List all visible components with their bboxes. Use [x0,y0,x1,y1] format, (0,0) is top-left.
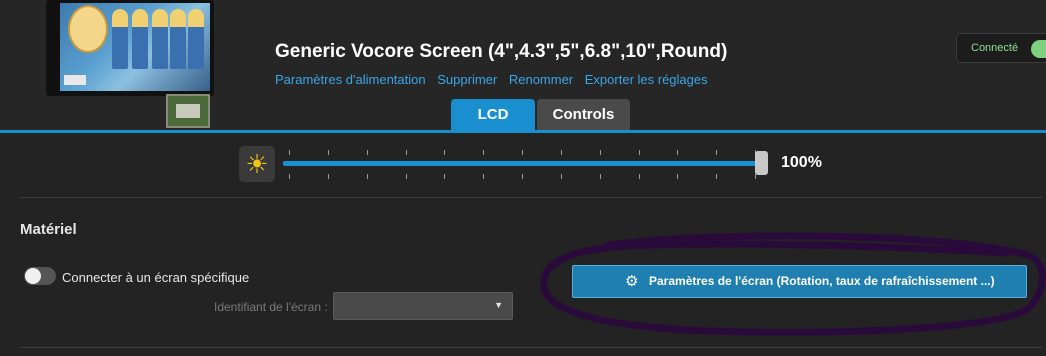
section-title-hardware: Matériel [20,221,77,238]
slider-tick [522,174,523,179]
slider-tick [328,174,329,179]
slider-tick [561,150,562,155]
device-thumbnail [46,0,214,128]
screen-id-select[interactable]: ▼ [333,292,513,320]
screen-figure [152,9,168,69]
gears-icon: ⚙ [625,273,639,290]
slider-tick [483,174,484,179]
slider-tick [639,150,640,155]
slider-tick [367,174,368,179]
specific-screen-label: Connecter à un écran spécifique [62,270,250,285]
slider-tick [716,174,717,179]
slider-tick [367,150,368,155]
brightness-value: 100% [781,154,822,171]
screen-id-label: Identifiant de l'écran : [214,300,328,314]
rename-link[interactable]: Renommer [509,72,573,87]
connection-toggle[interactable] [1031,40,1046,58]
device-pcb [166,94,210,128]
slider-tick [289,150,290,155]
specific-screen-toggle[interactable] [24,267,56,285]
sun-icon: ☀ [239,146,275,182]
screen-logo [64,75,86,85]
screen-figure [188,9,204,69]
slider-tick [483,150,484,155]
power-settings-link[interactable]: Paramètres d'alimentation [275,72,426,87]
slider-tick [677,174,678,179]
delete-link[interactable]: Supprimer [437,72,497,87]
connection-status-label: Connecté [971,42,1019,54]
vault-boy-image [68,5,108,53]
device-title: Generic Vocore Screen (4",4.3",5",6.8",1… [275,41,728,62]
connection-status: Connecté [956,33,1046,63]
slider-tick [406,150,407,155]
slider-tick [289,174,290,179]
slider-tick [677,150,678,155]
divider [20,347,1042,348]
chevron-down-icon: ▼ [494,300,503,310]
brightness-slider-thumb[interactable] [755,151,768,175]
screen-settings-button[interactable]: ⚙ Paramètres de l'écran (Rotation, taux … [572,265,1027,298]
divider [20,197,1042,198]
header-divider [0,130,1046,133]
slider-tick [444,150,445,155]
pcb-chip [176,104,200,118]
export-settings-link[interactable]: Exporter les réglages [585,72,708,87]
slider-tick [600,150,601,155]
slider-tick [600,174,601,179]
slider-tick [716,150,717,155]
screen-figure [112,9,128,69]
slider-tick [406,174,407,179]
slider-tick [561,174,562,179]
slider-tick [444,174,445,179]
toggle-knob [25,268,41,284]
tab-lcd[interactable]: LCD [451,99,535,131]
slider-tick [639,174,640,179]
device-screen-image [60,3,210,91]
slider-tick [328,150,329,155]
slider-tick [522,150,523,155]
tab-controls[interactable]: Controls [537,99,630,131]
screen-figure [170,9,186,69]
screen-figure [132,9,148,69]
brightness-slider-track[interactable] [283,161,760,166]
device-actions: Paramètres d'alimentation Supprimer Reno… [275,72,716,87]
screen-settings-label: Paramètres de l'écran (Rotation, taux de… [649,274,995,288]
